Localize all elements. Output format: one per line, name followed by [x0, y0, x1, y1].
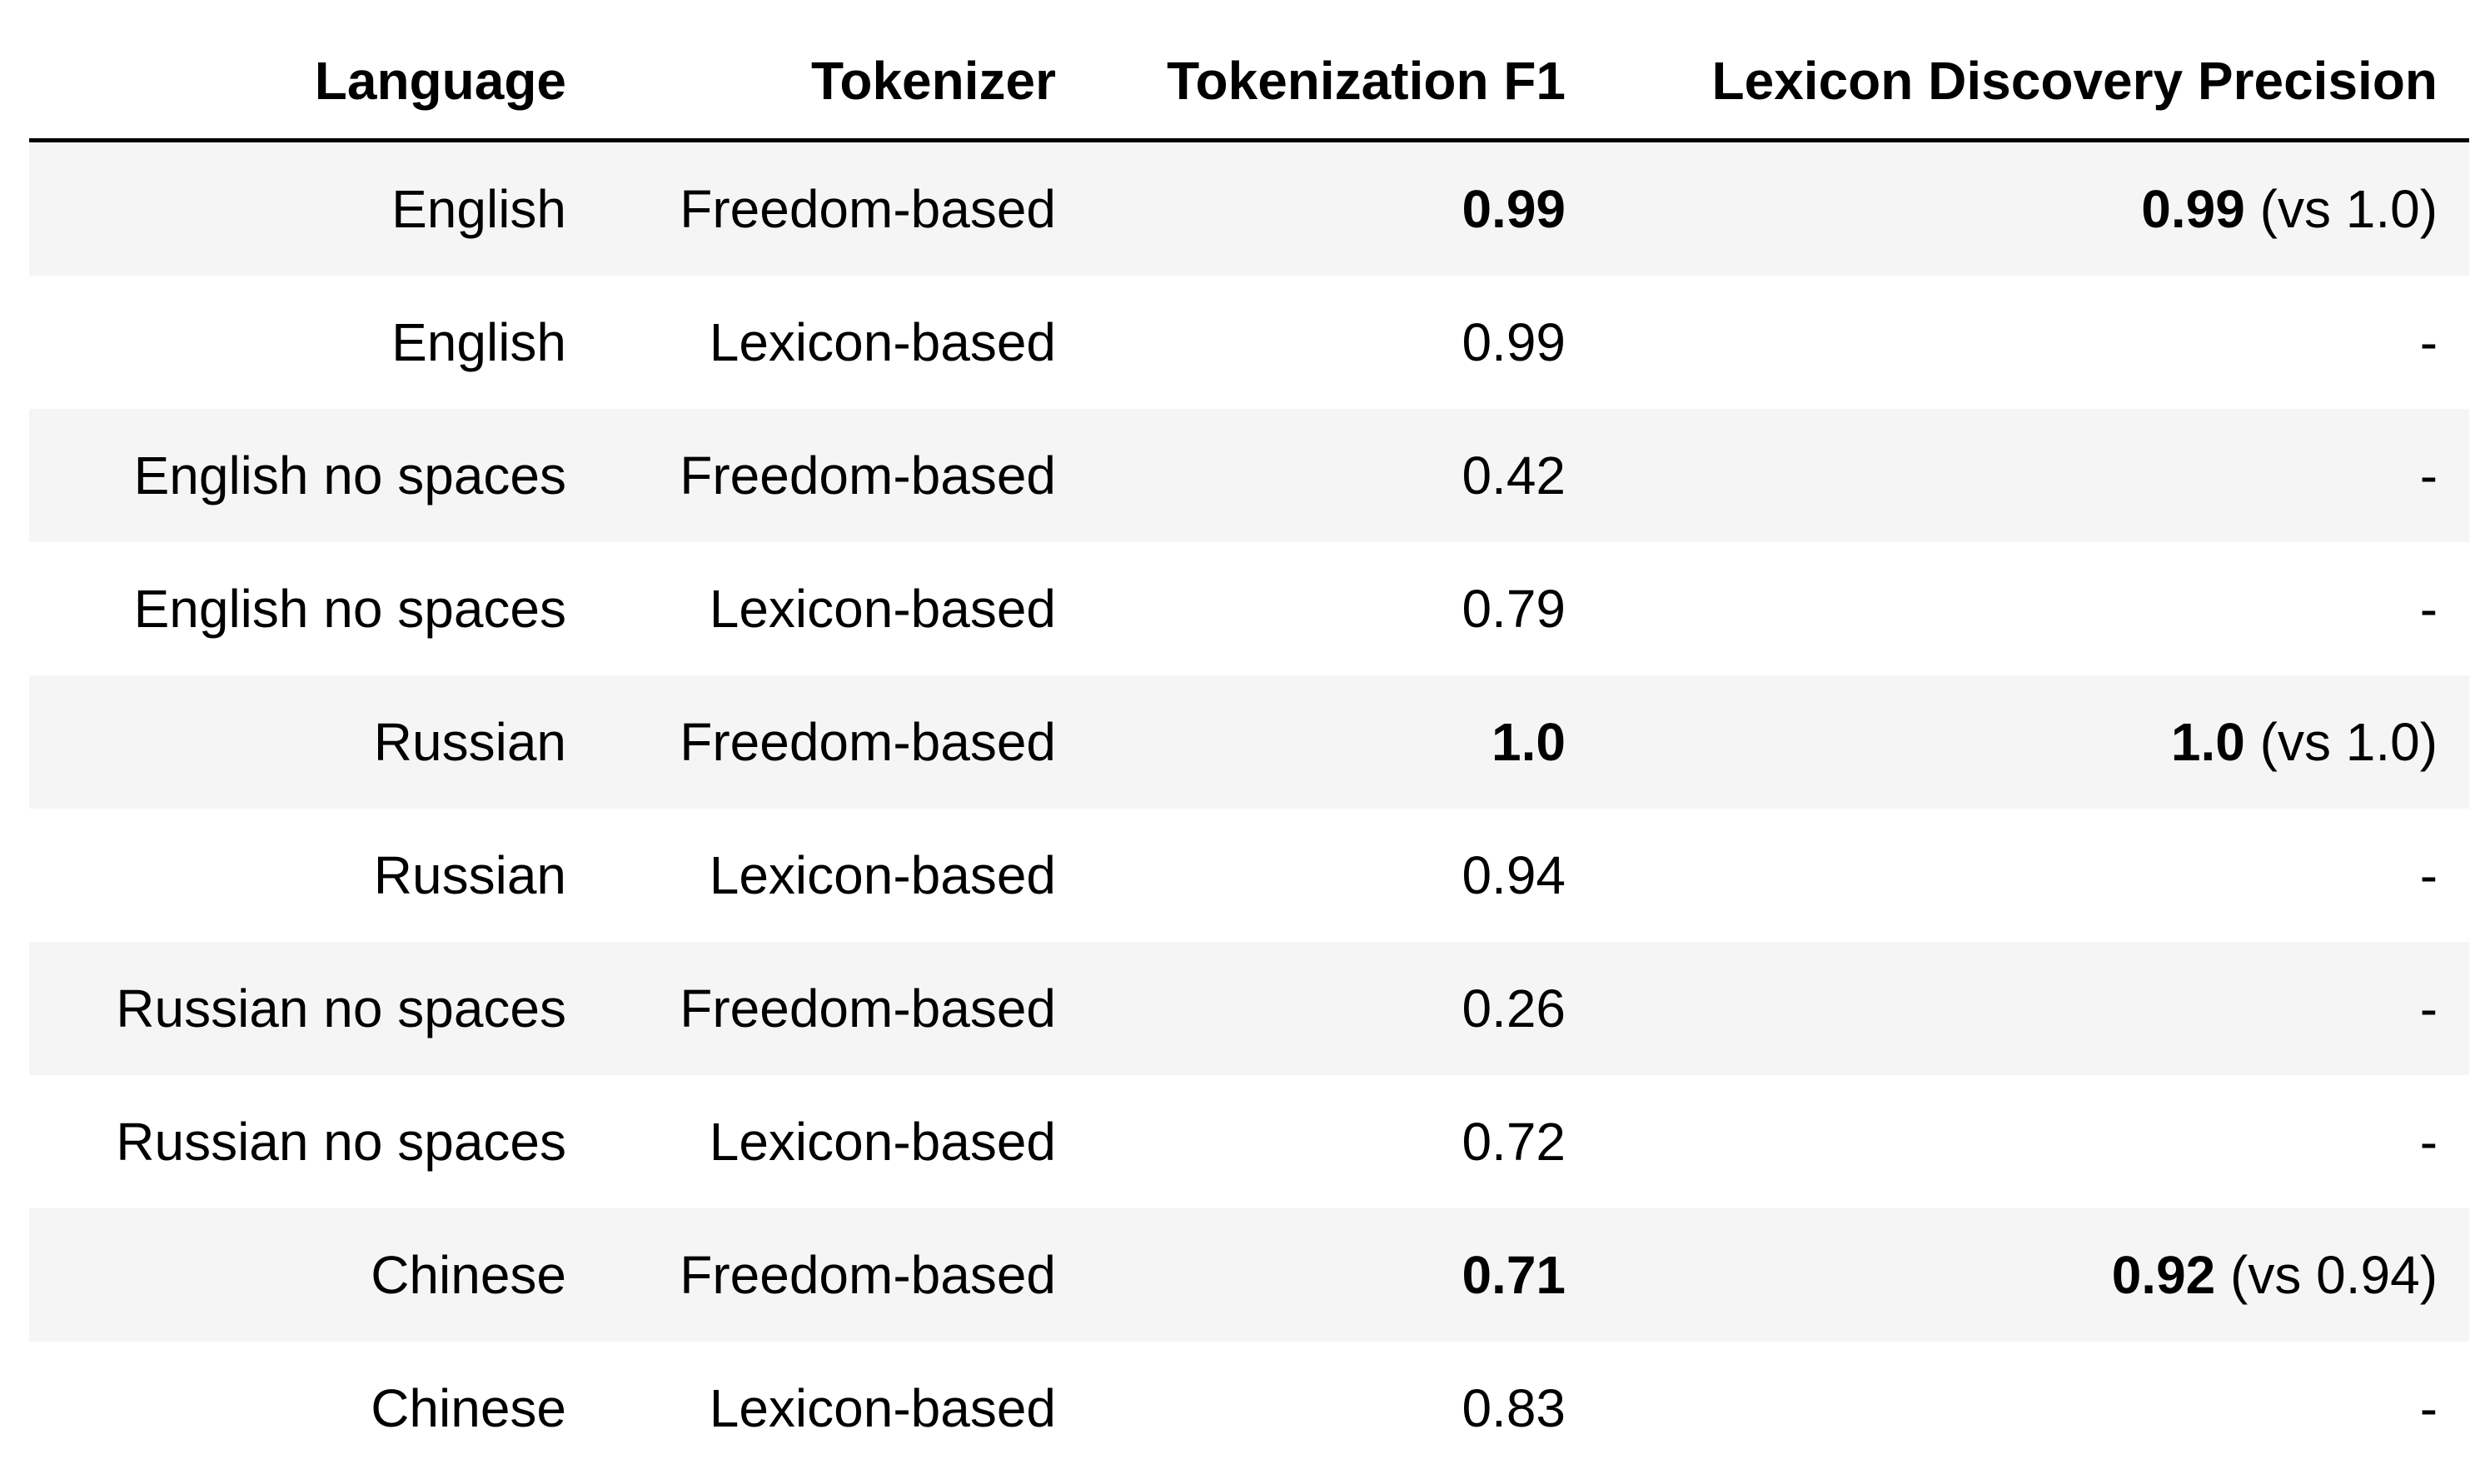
cell-lexicon-discovery-precision: 0.92 (vs 0.94): [1597, 1208, 2469, 1342]
cell-lexicon-discovery-precision: -: [1597, 409, 2469, 542]
cell-tokenizer: Freedom-based: [598, 1208, 1088, 1342]
cell-tokenization-f1: 1.0: [1088, 675, 1597, 809]
cell-tokenizer: Freedom-based: [598, 942, 1088, 1075]
cell-lexicon-discovery-precision: 1.0 (vs 1.0): [1597, 675, 2469, 809]
table-row: Chinese Lexicon-based 0.83 -: [29, 1342, 2469, 1475]
table-row: Russian no spaces Lexicon-based 0.72 -: [29, 1075, 2469, 1208]
precision-comparison: -: [2419, 979, 2438, 1038]
table-row: Chinese Freedom-based 0.71 0.92 (vs 0.94): [29, 1208, 2469, 1342]
cell-lexicon-discovery-precision: -: [1597, 942, 2469, 1075]
cell-tokenizer: Freedom-based: [598, 409, 1088, 542]
cell-lexicon-discovery-precision: -: [1597, 276, 2469, 409]
cell-tokenizer: Lexicon-based: [709, 1378, 1056, 1438]
table-row: Russian Lexicon-based 0.94 -: [29, 809, 2469, 942]
cell-lexicon-discovery-precision: -: [1597, 1075, 2469, 1208]
cell-tokenization-f1: 0.71: [1088, 1208, 1597, 1342]
cell-language: English: [391, 312, 566, 372]
cell-lexicon-discovery-precision: -: [1597, 542, 2469, 675]
precision-comparison: -: [2419, 1378, 2438, 1438]
cell-language: Chinese: [371, 1378, 566, 1438]
table-row: Russian no spaces Freedom-based 0.26 -: [29, 942, 2469, 1075]
cell-tokenizer: Lexicon-based: [709, 579, 1056, 639]
precision-comparison: (vs 1.0): [2244, 179, 2438, 239]
cell-tokenizer: Lexicon-based: [709, 845, 1056, 905]
header-lexicon-discovery-precision: Lexicon Discovery Precision: [1711, 51, 2438, 111]
cell-language: Russian no spaces: [116, 1112, 566, 1172]
cell-tokenizer: Lexicon-based: [709, 1112, 1056, 1172]
cell-language: Russian: [373, 845, 566, 905]
results-table: Language Tokenizer Tokenization F1 Lexic…: [29, 23, 2469, 1475]
cell-lexicon-discovery-precision: -: [1597, 809, 2469, 942]
cell-tokenizer: Lexicon-based: [709, 312, 1056, 372]
table-row: English no spaces Lexicon-based 0.79 -: [29, 542, 2469, 675]
cell-lexicon-discovery-precision: 0.99 (vs 1.0): [1597, 140, 2469, 276]
cell-tokenizer: Freedom-based: [598, 140, 1088, 276]
table-row: English no spaces Freedom-based 0.42 -: [29, 409, 2469, 542]
table-body: English Freedom-based 0.99 0.99 (vs 1.0) Eng…: [29, 140, 2469, 1476]
cell-tokenization-f1: 0.99: [1462, 312, 1566, 372]
precision-value: 1.0: [2170, 712, 2245, 772]
header-tokenization-f1: Tokenization F1: [1167, 51, 1566, 111]
precision-comparison: -: [2419, 446, 2438, 505]
precision-value: 0.92: [2111, 1245, 2216, 1305]
table-row: Russian Freedom-based 1.0 1.0 (vs 1.0): [29, 675, 2469, 809]
cell-language: Russian no spaces: [29, 942, 598, 1075]
precision-comparison: (vs 1.0): [2244, 712, 2438, 772]
cell-language: Chinese: [29, 1208, 598, 1342]
precision-comparison: -: [2419, 579, 2438, 639]
cell-tokenization-f1: 0.94: [1462, 845, 1566, 905]
cell-tokenization-f1: 0.42: [1088, 409, 1597, 542]
precision-comparison: -: [2419, 845, 2438, 905]
cell-language: Russian: [29, 675, 598, 809]
cell-tokenization-f1: 0.79: [1462, 579, 1566, 639]
cell-tokenization-f1: 0.26: [1088, 942, 1597, 1075]
cell-tokenization-f1: 0.83: [1462, 1378, 1566, 1438]
table-row: English Lexicon-based 0.99 -: [29, 276, 2469, 409]
header-row: Language Tokenizer Tokenization F1 Lexic…: [29, 23, 2469, 141]
precision-comparison: -: [2419, 312, 2438, 372]
cell-language: English: [29, 140, 598, 276]
cell-language: English no spaces: [133, 579, 566, 639]
cell-tokenizer: Freedom-based: [598, 675, 1088, 809]
precision-comparison: -: [2419, 1112, 2438, 1172]
header-language: Language: [314, 51, 566, 111]
cell-language: English no spaces: [29, 409, 598, 542]
cell-tokenization-f1: 0.99: [1088, 140, 1597, 276]
results-table-container: Language Tokenizer Tokenization F1 Lexic…: [29, 23, 2469, 1475]
cell-lexicon-discovery-precision: -: [1597, 1342, 2469, 1475]
table-row: English Freedom-based 0.99 0.99 (vs 1.0): [29, 140, 2469, 276]
cell-tokenization-f1: 0.72: [1462, 1112, 1566, 1172]
precision-value: 0.99: [2141, 179, 2245, 239]
precision-comparison: (vs 0.94): [2215, 1245, 2438, 1305]
header-tokenizer: Tokenizer: [811, 51, 1056, 111]
